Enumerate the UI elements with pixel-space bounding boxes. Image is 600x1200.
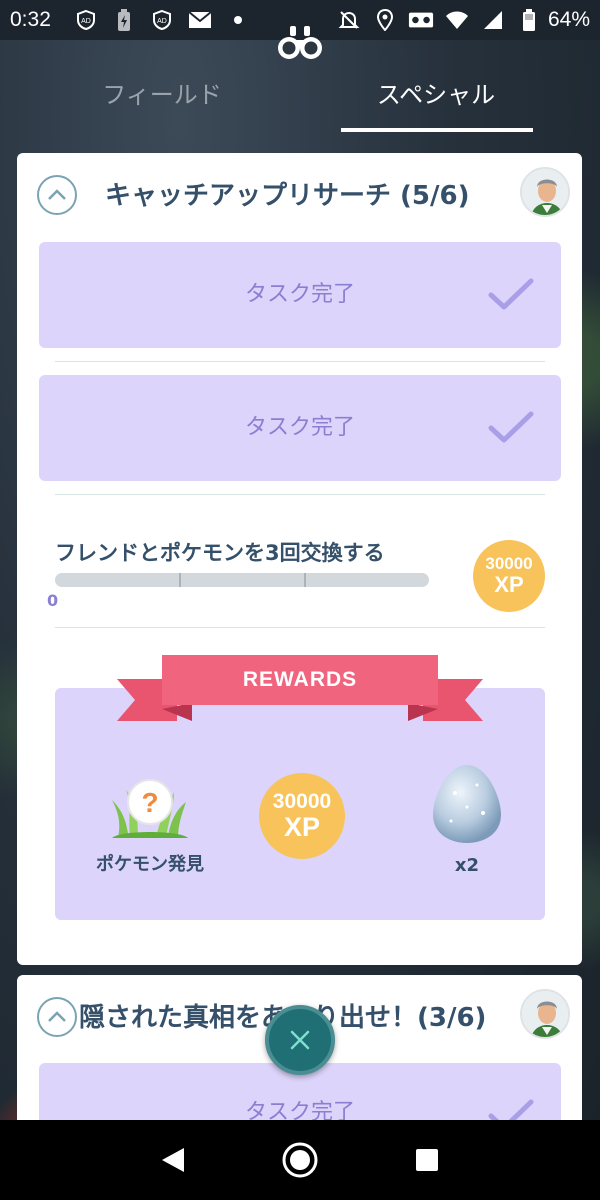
dot-icon (225, 7, 251, 33)
professor-avatar (520, 989, 570, 1039)
card-title: キャッチアップリサーチ (5/6) (105, 181, 470, 211)
home-button[interactable] (280, 1140, 320, 1180)
reward-egg: x2 (422, 763, 512, 876)
research-tabs: フィールド スペシャル (0, 70, 600, 134)
active-task: フレンドとポケモンを3回交換する 0 30000 XP (17, 511, 582, 631)
back-button[interactable] (153, 1140, 193, 1180)
chevron-up-icon (48, 1011, 66, 1022)
ad-block-icon: AD (73, 7, 99, 33)
card-header[interactable]: キャッチアップリサーチ (5/6) (17, 153, 582, 237)
collapse-button[interactable] (37, 997, 77, 1037)
task-xp-reward: 30000 XP (473, 540, 545, 612)
close-icon (290, 1030, 310, 1050)
location-icon (372, 7, 398, 33)
reward-quantity: x2 (454, 855, 480, 876)
svg-text:AD: AD (81, 18, 91, 25)
signal-icon (480, 7, 506, 33)
back-icon (162, 1148, 185, 1172)
notifications-off-icon (336, 7, 362, 33)
rewards-title: REWARDS (242, 668, 358, 691)
divider (55, 494, 545, 495)
svg-text:?: ? (141, 787, 158, 818)
tab-special[interactable]: スペシャル (336, 70, 536, 134)
battery-saver-icon (111, 7, 137, 33)
reward-encounter: ? ポケモン発見 (75, 760, 225, 876)
close-button[interactable] (265, 1005, 335, 1075)
progress-tick (304, 573, 306, 587)
task-progress-bar (55, 573, 429, 587)
tab-field[interactable]: フィールド (62, 70, 262, 134)
xp-icon: 30000 XP (259, 773, 345, 859)
special-research-card: キャッチアップリサーチ (5/6) タスク完了 タスク完了 フレンドとポケモンを… (17, 153, 582, 965)
recents-button[interactable] (407, 1140, 447, 1180)
checkmark-icon (488, 411, 534, 443)
xp-unit: XP (494, 572, 524, 597)
vr-icon (408, 7, 434, 33)
recents-icon (415, 1149, 438, 1171)
egg-icon (433, 765, 501, 843)
xp-unit: XP (283, 812, 321, 842)
divider (55, 627, 545, 628)
professor-avatar (520, 167, 570, 217)
wifi-icon (444, 7, 470, 33)
mail-icon (187, 7, 213, 33)
checkmark-icon (488, 278, 534, 310)
progress-count: 0 (47, 591, 59, 610)
progress-tick (179, 573, 181, 587)
active-tab-indicator (341, 128, 533, 132)
checkmark-icon (488, 1099, 534, 1120)
collapse-button[interactable] (37, 175, 77, 215)
svg-text:AD: AD (157, 18, 167, 25)
ad-block-icon: AD (149, 7, 175, 33)
chevron-up-icon (48, 189, 66, 200)
divider (55, 361, 545, 362)
navigation-bar (0, 1120, 600, 1200)
completed-task: タスク完了 (39, 375, 561, 481)
battery-icon (516, 7, 542, 33)
task-complete-label: タスク完了 (244, 282, 355, 307)
reward-caption: ポケモン発見 (96, 854, 204, 875)
completed-task: タスク完了 (39, 242, 561, 348)
binoculars-icon (276, 22, 324, 62)
clock: 0:32 (10, 8, 51, 31)
xp-amount: 30000 (272, 790, 332, 813)
reward-xp: 30000 XP (259, 773, 345, 859)
home-icon (282, 1142, 318, 1178)
battery-percentage: 64% (547, 8, 590, 31)
task-complete-label: タスク完了 (244, 415, 355, 440)
xp-amount: 30000 (485, 554, 533, 573)
task-description: フレンドとポケモンを3回交換する (55, 541, 385, 565)
pokemon-encounter-icon: ? (112, 779, 188, 838)
